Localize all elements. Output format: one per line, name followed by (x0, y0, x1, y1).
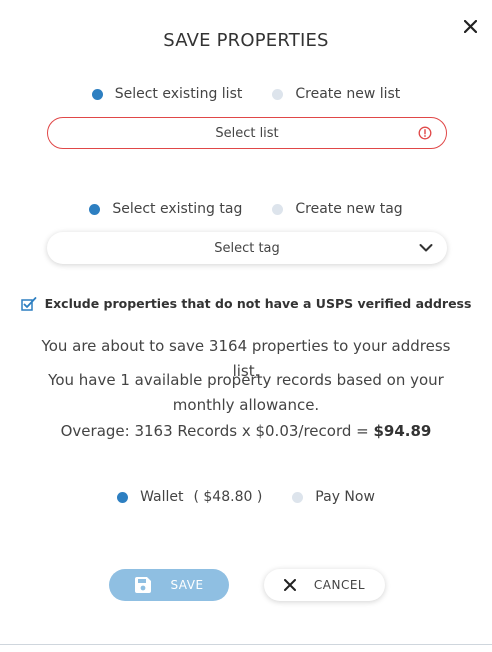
select-list-dropdown[interactable]: Select list (47, 117, 447, 149)
error-icon (418, 126, 432, 140)
floppy-disk-icon (134, 576, 152, 594)
dialog-title: SAVE PROPERTIES (163, 30, 329, 51)
radio-unselected-dot (272, 203, 284, 215)
radio-unselected-dot (292, 491, 304, 503)
select-tag-placeholder: Select tag (214, 240, 280, 256)
exclude-unverified-checkbox[interactable] (20, 296, 37, 311)
radio-selected-dot (89, 203, 101, 215)
allowance-text: You have 1 available property records ba… (48, 371, 444, 414)
chevron-down-icon (419, 244, 433, 253)
overage-prefix: Overage: 3163 Records x $0.03/record = (60, 422, 374, 440)
overage-total: $94.89 (373, 422, 432, 440)
create-new-list-radio[interactable]: Create new list (272, 86, 400, 102)
radio-selected-dot (91, 88, 103, 100)
save-button-label: SAVE (170, 578, 204, 592)
pay-now-label: Pay Now (315, 489, 375, 505)
wallet-label: Wallet (140, 489, 184, 505)
cancel-button-label: CANCEL (313, 578, 366, 592)
list-option-group: Select existing list Create new list (0, 86, 492, 102)
create-new-tag-radio[interactable]: Create new tag (272, 201, 403, 217)
close-icon (283, 579, 296, 591)
pay-now-radio[interactable]: Pay Now (292, 489, 375, 505)
overage-text: Overage: 3163 Records x $0.03/record = $… (30, 419, 462, 444)
checkbox-checked-icon (20, 296, 36, 311)
select-tag-dropdown[interactable]: Select tag (47, 232, 447, 264)
exclude-unverified-label: Exclude properties that do not have a US… (44, 296, 472, 311)
wallet-balance: ( $48.80 ) (193, 489, 263, 505)
select-list-placeholder: Select list (215, 125, 279, 141)
select-existing-tag-label: Select existing tag (112, 201, 243, 217)
create-new-tag-label: Create new tag (295, 201, 403, 217)
wallet-radio[interactable]: Wallet ( $48.80 ) (117, 489, 262, 505)
cancel-button[interactable]: CANCEL (264, 569, 385, 601)
tag-option-group: Select existing tag Create new tag (0, 201, 492, 217)
exclude-unverified-option: Exclude properties that do not have a US… (0, 296, 492, 311)
save-button[interactable]: SAVE (109, 569, 229, 601)
payment-option-group: Wallet ( $48.80 ) Pay Now (0, 489, 492, 505)
create-new-list-label: Create new list (295, 86, 401, 102)
radio-unselected-dot (272, 88, 284, 100)
radio-selected-dot (117, 491, 129, 503)
select-existing-tag-radio[interactable]: Select existing tag (89, 201, 242, 217)
select-existing-list-radio[interactable]: Select existing list (91, 86, 243, 102)
select-existing-list-label: Select existing list (114, 86, 243, 102)
